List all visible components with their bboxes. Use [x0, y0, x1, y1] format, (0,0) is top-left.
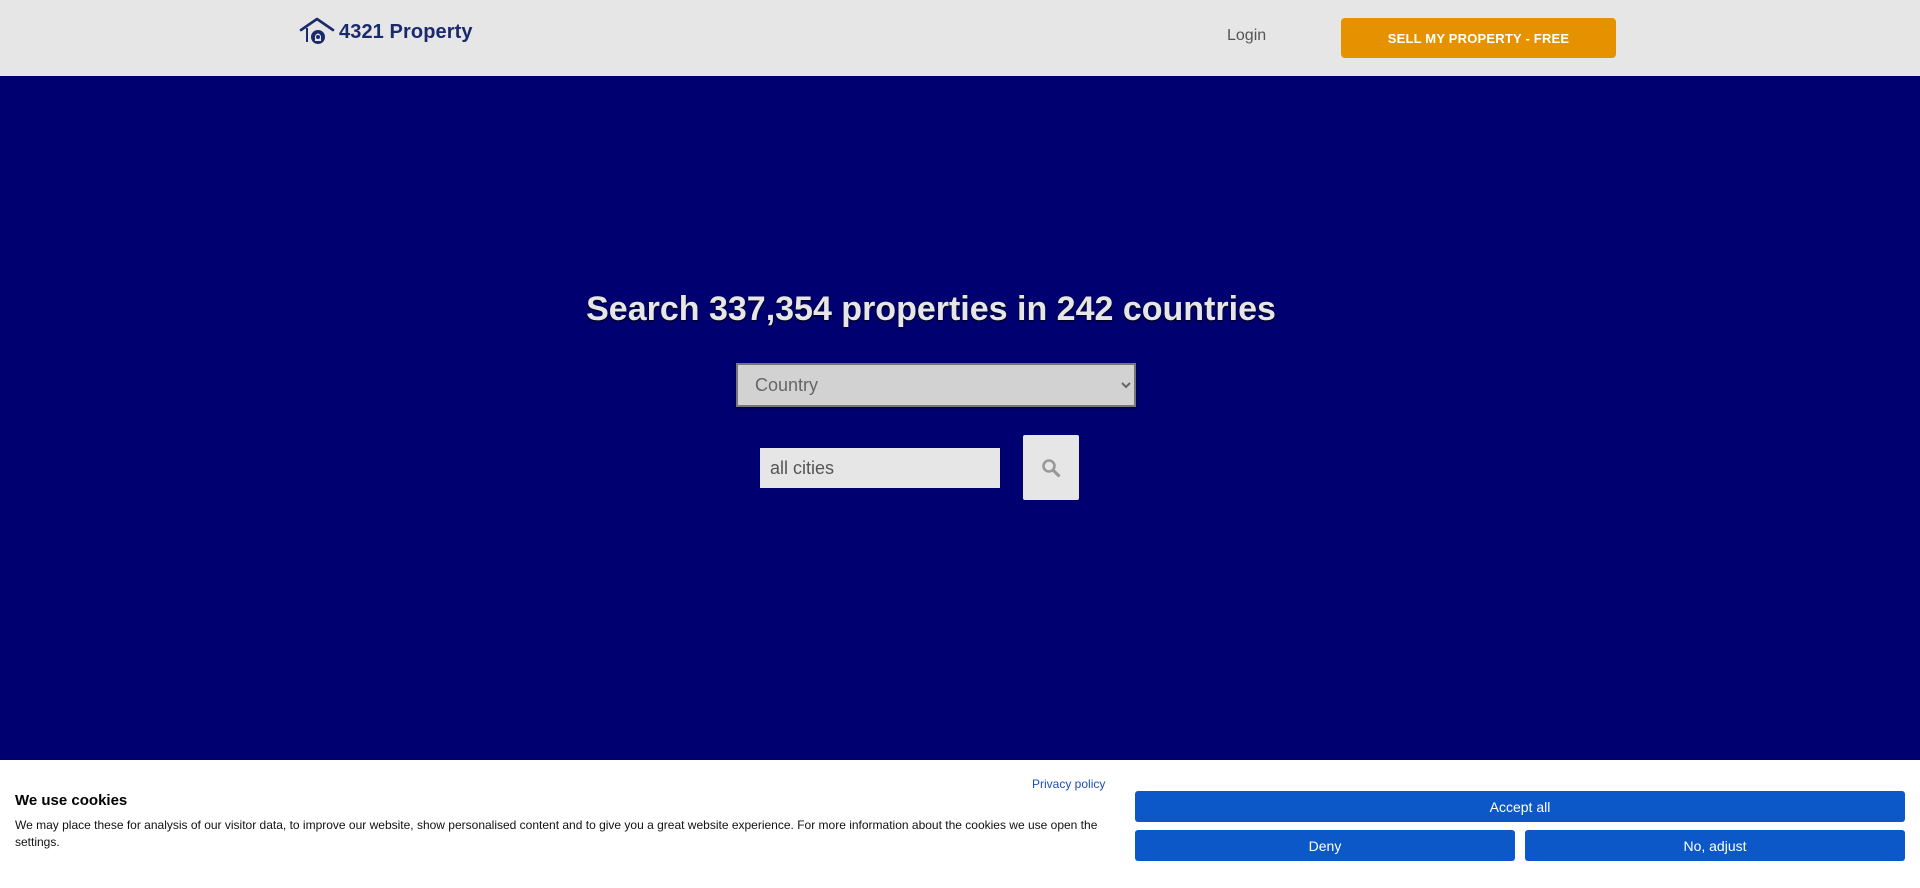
deny-button[interactable]: Deny — [1135, 830, 1515, 861]
adjust-button[interactable]: No, adjust — [1525, 830, 1905, 861]
search-button[interactable] — [1023, 435, 1079, 500]
country-select[interactable]: Country — [736, 363, 1136, 407]
search-icon — [1042, 458, 1061, 477]
login-link[interactable]: Login — [1227, 27, 1266, 45]
hero-title: Search 337,354 properties in 242 countri… — [586, 290, 1276, 328]
site-logo[interactable]: 4321 Property — [299, 16, 473, 48]
house-logo-icon — [299, 17, 335, 44]
cookie-text: We may place these for analysis of our v… — [15, 818, 1098, 849]
privacy-policy-link[interactable]: Privacy policy — [1032, 777, 1105, 791]
accept-all-button[interactable]: Accept all — [1135, 791, 1905, 822]
sell-property-button[interactable]: SELL MY PROPERTY - FREE — [1341, 18, 1616, 58]
city-input[interactable] — [760, 448, 1000, 488]
logo-text: 4321 Property — [339, 20, 473, 43]
top-navbar: 4321 Property Login SELL MY PROPERTY - F… — [0, 0, 1920, 76]
cookie-title: We use cookies — [15, 792, 128, 809]
cookie-banner: We use cookies We may place these for an… — [0, 760, 1920, 888]
